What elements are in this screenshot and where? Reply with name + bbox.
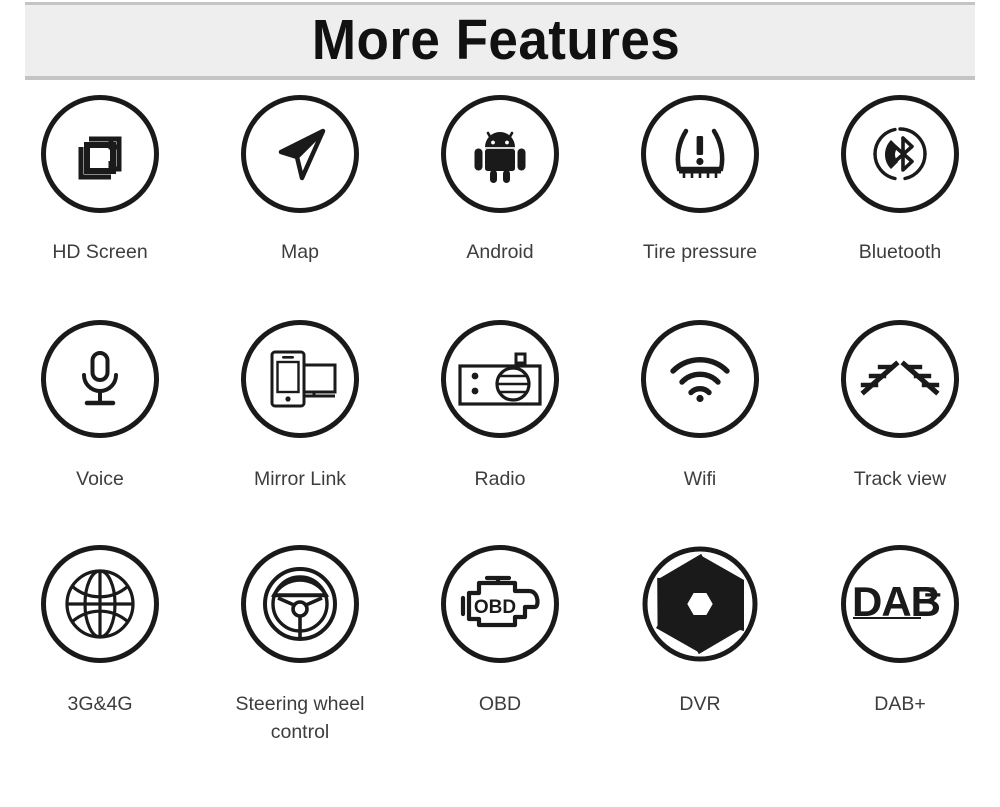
globe-icon [63,567,137,641]
feature-item-steering-wheel-control[interactable]: Steering wheel control [200,545,400,770]
feature-item-tire-pressure[interactable]: Tire pressure [600,95,800,320]
feature-overview-page: More Features HD Screen Map Android Tire… [0,0,1000,807]
feature-item-voice[interactable]: Voice [0,320,200,545]
feature-icon-badge [641,95,759,213]
camera-aperture-icon [641,545,759,663]
feature-item-hd-screen[interactable]: HD Screen [0,95,200,320]
feature-label: Wifi [683,468,717,490]
feature-label: Tire pressure [642,241,758,263]
feature-item-wifi[interactable]: Wifi [600,320,800,545]
android-robot-icon [468,123,532,185]
dab-plus-sign: + [924,579,942,612]
feature-icon-badge [241,95,359,213]
navigation-arrow-icon [268,122,332,186]
wifi-icon [667,354,733,404]
obd-icon-text: OBD [474,597,516,618]
feature-label: HD Screen [52,241,148,263]
feature-item-bluetooth[interactable]: Bluetooth [800,95,1000,320]
page-header-band: More Features [25,2,975,80]
feature-grid: HD Screen Map Android Tire pressure Blue… [0,95,1000,770]
feature-icon-badge [441,320,559,438]
feature-item-obd[interactable]: OBD OBD [400,545,600,770]
feature-label: OBD [478,693,522,715]
dab-plus-wordmark-icon: DAB + [850,578,950,630]
feature-icon-badge: DAB + [841,545,959,663]
feature-item-map[interactable]: Map [200,95,400,320]
feature-label: Android [466,241,534,263]
feature-label: DVR [679,693,721,715]
feature-item-mirror-link[interactable]: Mirror Link [200,320,400,545]
feature-label: DAB+ [874,693,926,715]
parking-track-guidelines-icon [860,360,940,398]
feature-item-dvr[interactable]: DVR [600,545,800,770]
feature-icon-badge [241,320,359,438]
phone-screen-mirror-icon [262,346,338,412]
feature-icon-badge: OBD [441,545,559,663]
feature-label: Steering wheel control [235,693,365,744]
feature-label: Track view [853,468,947,490]
feature-label: 3G&4G [67,693,133,715]
microphone-icon [74,348,126,410]
engine-obd-icon: OBD [457,573,543,635]
page-title: More Features [311,8,681,72]
bluetooth-phone-icon [869,123,931,185]
feature-icon-badge [841,320,959,438]
feature-icon-badge [41,95,159,213]
feature-icon-badge [41,545,159,663]
feature-icon-badge [641,545,759,663]
feature-item-radio[interactable]: Radio [400,320,600,545]
feature-icon-badge [41,320,159,438]
feature-item-3g4g[interactable]: 3G&4G [0,545,200,770]
feature-icon-badge [441,95,559,213]
feature-label: Bluetooth [858,241,942,263]
feature-icon-badge [641,320,759,438]
feature-label: Radio [474,468,526,490]
feature-label: Map [281,241,319,263]
feature-item-track-view[interactable]: Track view [800,320,1000,545]
feature-icon-badge [241,545,359,663]
hd-screen-icon [69,123,131,185]
feature-item-dab-plus[interactable]: DAB + DAB+ [800,545,1000,770]
radio-icon [454,346,546,412]
tire-pressure-warning-icon [669,126,731,182]
steering-wheel-icon [261,565,339,643]
feature-label: Voice [76,468,124,490]
feature-label: Mirror Link [253,468,347,490]
feature-icon-badge [841,95,959,213]
feature-item-android[interactable]: Android [400,95,600,320]
